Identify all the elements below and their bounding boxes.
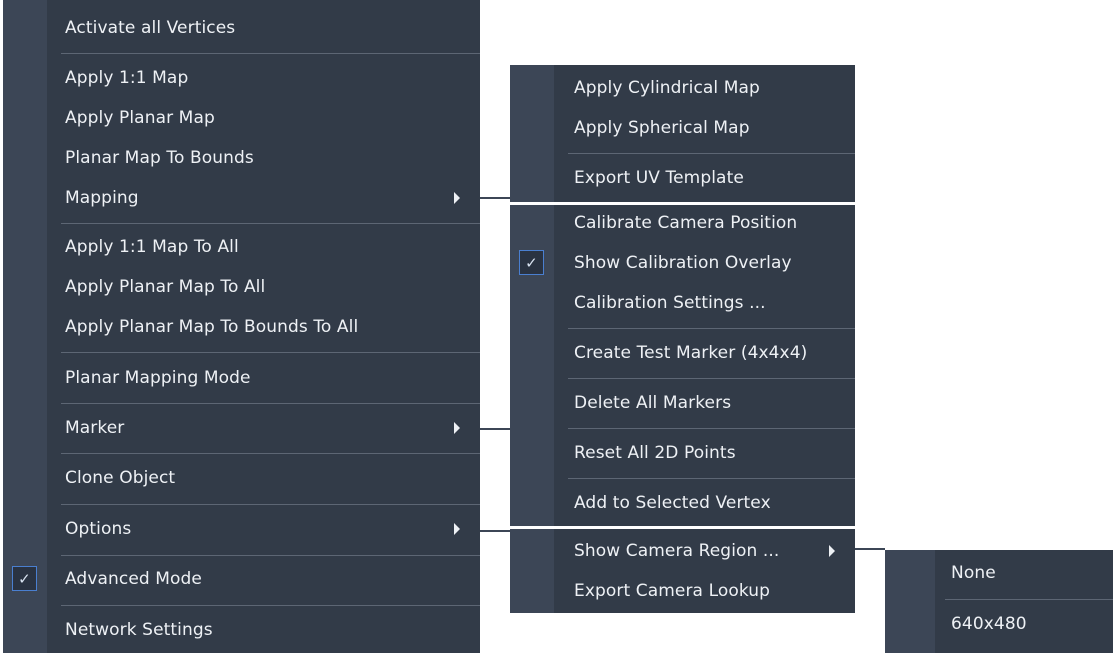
menu-item-add-to-selected-vertex[interactable]: Add to Selected Vertex bbox=[510, 485, 855, 521]
menu-item-label: Delete All Markers bbox=[574, 393, 732, 413]
menu-item-label: Create Test Marker (4x4x4) bbox=[574, 343, 808, 363]
menu-separator bbox=[61, 403, 480, 404]
menu-separator bbox=[61, 53, 480, 54]
mapping-connector bbox=[480, 197, 510, 199]
menu-item-label: Show Camera Region ... bbox=[574, 541, 780, 561]
menu-item-calibrate-camera-position[interactable]: Calibrate Camera Position bbox=[510, 205, 855, 241]
menu-item-label: Export Camera Lookup bbox=[574, 581, 771, 601]
menu-item-reset-all-2d-points[interactable]: Reset All 2D Points bbox=[510, 435, 855, 471]
menu-item-delete-all-markers[interactable]: Delete All Markers bbox=[510, 385, 855, 421]
context-menu-main: Activate all Vertices Apply 1:1 Map Appl… bbox=[3, 0, 480, 653]
menu-item-apply-planar-map-to-bounds-to-all[interactable]: Apply Planar Map To Bounds To All bbox=[3, 309, 480, 345]
menu-item-label: Mapping bbox=[65, 188, 139, 208]
menu-item-label: Export UV Template bbox=[574, 168, 744, 188]
menu-item-label: Apply 1:1 Map bbox=[65, 68, 189, 88]
menu-item-network-settings[interactable]: Network Settings bbox=[3, 612, 480, 648]
menu-item-label: Marker bbox=[65, 418, 125, 438]
submenu-arrow-icon bbox=[454, 192, 460, 204]
menu-item-create-test-marker[interactable]: Create Test Marker (4x4x4) bbox=[510, 335, 855, 371]
menu-separator bbox=[568, 153, 855, 154]
menu-separator bbox=[568, 328, 855, 329]
menu-item-clone-object[interactable]: Clone Object bbox=[3, 460, 480, 496]
menu-item-calibration-settings[interactable]: Calibration Settings ... bbox=[510, 285, 855, 321]
menu-separator bbox=[61, 453, 480, 454]
camera-region-submenu: None 640x480 bbox=[885, 550, 1113, 653]
menu-item-advanced-mode[interactable]: ✓ Advanced Mode bbox=[3, 561, 480, 597]
menu-item-label: Calibration Settings ... bbox=[574, 293, 766, 313]
menu-item-apply-cylindrical-map[interactable]: Apply Cylindrical Map bbox=[510, 70, 855, 106]
menu-item-label: 640x480 bbox=[951, 614, 1027, 634]
menu-item-apply-1-1-map-to-all[interactable]: Apply 1:1 Map To All bbox=[3, 229, 480, 265]
menu-item-label: Calibrate Camera Position bbox=[574, 213, 798, 233]
menu-item-label: Advanced Mode bbox=[65, 569, 202, 589]
menu-item-label: Apply Planar Map To Bounds To All bbox=[65, 317, 359, 337]
menu-separator bbox=[61, 223, 480, 224]
menu-item-export-camera-lookup[interactable]: Export Camera Lookup bbox=[510, 573, 855, 609]
menu-item-label: Apply 1:1 Map To All bbox=[65, 237, 239, 257]
menu-item-export-uv-template[interactable]: Export UV Template bbox=[510, 160, 855, 196]
menu-separator bbox=[61, 504, 480, 505]
checkmark-icon: ✓ bbox=[12, 566, 37, 591]
submenu-arrow-icon bbox=[829, 545, 835, 557]
menu-item-label: Apply Cylindrical Map bbox=[574, 78, 760, 98]
menu-item-label: Add to Selected Vertex bbox=[574, 493, 771, 513]
menu-item-label: Apply Planar Map To All bbox=[65, 277, 266, 297]
menu-item-show-calibration-overlay[interactable]: ✓ Show Calibration Overlay bbox=[510, 245, 855, 281]
checkmark-icon: ✓ bbox=[519, 250, 544, 275]
menu-item-apply-1-1-map[interactable]: Apply 1:1 Map bbox=[3, 60, 480, 96]
menu-item-label: Activate all Vertices bbox=[65, 18, 236, 38]
menu-item-show-camera-region[interactable]: Show Camera Region ... bbox=[510, 533, 855, 569]
submenu-arrow-icon bbox=[454, 523, 460, 535]
menu-item-planar-mapping-mode[interactable]: Planar Mapping Mode bbox=[3, 360, 480, 396]
menu-item-label: Planar Mapping Mode bbox=[65, 368, 251, 388]
menu-item-label: Apply Spherical Map bbox=[574, 118, 750, 138]
menu-item-apply-spherical-map[interactable]: Apply Spherical Map bbox=[510, 110, 855, 146]
menu-item-activate-all-vertices[interactable]: Activate all Vertices bbox=[3, 10, 480, 46]
menu-item-options[interactable]: Options bbox=[3, 511, 480, 547]
menu-separator bbox=[568, 378, 855, 379]
menu-item-label: None bbox=[951, 563, 996, 583]
menu-item-apply-planar-map[interactable]: Apply Planar Map bbox=[3, 100, 480, 136]
menu-item-label: Show Calibration Overlay bbox=[574, 253, 792, 273]
submenu-arrow-icon bbox=[454, 422, 460, 434]
menu-item-mapping[interactable]: Mapping bbox=[3, 180, 480, 216]
marker-connector bbox=[480, 428, 510, 430]
camera-region-connector bbox=[855, 548, 885, 550]
menu-item-label: Reset All 2D Points bbox=[574, 443, 736, 463]
menu-separator bbox=[568, 428, 855, 429]
menu-item-apply-planar-map-to-all[interactable]: Apply Planar Map To All bbox=[3, 269, 480, 305]
options-submenu: Show Camera Region ... Export Camera Loo… bbox=[510, 529, 855, 613]
menu-item-none[interactable]: None bbox=[885, 555, 1113, 591]
menu-item-label: Planar Map To Bounds bbox=[65, 148, 254, 168]
menu-separator bbox=[61, 555, 480, 556]
menu-item-640x480[interactable]: 640x480 bbox=[885, 606, 1113, 642]
menu-separator bbox=[61, 352, 480, 353]
menu-item-label: Options bbox=[65, 519, 132, 539]
mapping-submenu: Apply Cylindrical Map Apply Spherical Ma… bbox=[510, 65, 855, 202]
options-connector bbox=[480, 530, 510, 532]
menu-separator bbox=[61, 605, 480, 606]
menu-separator bbox=[945, 599, 1113, 600]
menu-separator bbox=[568, 478, 855, 479]
menu-item-label: Apply Planar Map bbox=[65, 108, 215, 128]
menu-item-planar-map-to-bounds[interactable]: Planar Map To Bounds bbox=[3, 140, 480, 176]
menu-item-marker[interactable]: Marker bbox=[3, 410, 480, 446]
menu-item-label: Network Settings bbox=[65, 620, 213, 640]
menu-item-label: Clone Object bbox=[65, 468, 176, 488]
marker-submenu: Calibrate Camera Position ✓ Show Calibra… bbox=[510, 205, 855, 526]
